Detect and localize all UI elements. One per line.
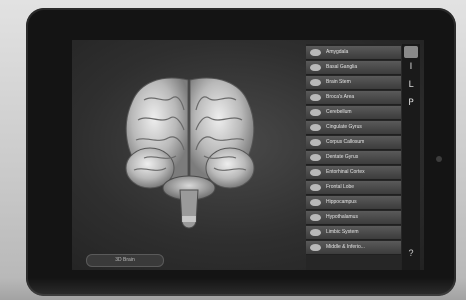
- index-letter[interactable]: P: [402, 98, 420, 108]
- list-item-label: Dentate Gyrus: [326, 154, 359, 160]
- brain-thumbnail-icon: [310, 124, 321, 131]
- list-item-label: Frontal Lobe: [326, 184, 355, 190]
- list-item[interactable]: Limbic System: [306, 226, 401, 240]
- list-item[interactable]: Broca's Area: [306, 91, 401, 105]
- brain-thumbnail-icon: [310, 109, 321, 116]
- list-item[interactable]: Frontal Lobe: [306, 181, 401, 195]
- list-item[interactable]: Cerebellum: [306, 106, 401, 120]
- list-item[interactable]: Cingulate Gyrus: [306, 121, 401, 135]
- list-item-label: Corpus Callosum: [326, 139, 365, 145]
- list-item[interactable]: Amygdala: [306, 46, 401, 60]
- camera-icon: [436, 156, 442, 162]
- list-item[interactable]: Entorhinal Cortex: [306, 166, 401, 180]
- index-letter[interactable]: I: [402, 62, 420, 72]
- brain-thumbnail-icon: [310, 169, 321, 176]
- list-item[interactable]: Basal Ganglia: [306, 61, 401, 75]
- brain-thumbnail-icon: [310, 64, 321, 71]
- list-item-label: Middle & Inferio...: [326, 244, 365, 250]
- bottom-toolbar-button[interactable]: 3D Brain: [86, 254, 164, 267]
- list-item[interactable]: Brain Stem: [306, 76, 401, 90]
- list-item[interactable]: Hypothalamus: [306, 211, 401, 225]
- brain-thumbnail-icon: [310, 244, 321, 251]
- brain-thumbnail-icon: [310, 94, 321, 101]
- brain-thumbnail-icon: [310, 229, 321, 236]
- structure-list: Amygdala Basal Ganglia Brain Stem Broca'…: [306, 44, 401, 270]
- list-item-label: Cerebellum: [326, 109, 352, 115]
- app-screen: 3D Brain Amygdala Basal Ganglia Brain St…: [72, 40, 424, 270]
- list-item-label: Entorhinal Cortex: [326, 169, 365, 175]
- photo-scene: 3D Brain Amygdala Basal Ganglia Brain St…: [0, 0, 466, 300]
- list-item-label: Broca's Area: [326, 94, 355, 100]
- index-letter[interactable]: L: [402, 80, 420, 90]
- brain-thumbnail-icon: [310, 214, 321, 221]
- question-icon[interactable]: ?: [402, 248, 420, 258]
- list-item[interactable]: Corpus Callosum: [306, 136, 401, 150]
- table-surface: [0, 278, 466, 300]
- list-item[interactable]: Dentate Gyrus: [306, 151, 401, 165]
- brain-thumbnail-icon: [310, 199, 321, 206]
- list-item-label: Basal Ganglia: [326, 64, 358, 70]
- alphabet-index-bar[interactable]: I L P ?: [402, 44, 420, 270]
- brain-thumbnail-icon: [310, 154, 321, 161]
- list-item-label: Hippocampus: [326, 199, 357, 205]
- list-item[interactable]: Hippocampus: [306, 196, 401, 210]
- brain-3d-icon[interactable]: [72, 40, 302, 270]
- list-item-label: Limbic System: [326, 229, 359, 235]
- list-item-label: Amygdala: [326, 49, 349, 55]
- list-item-label: Brain Stem: [326, 79, 351, 85]
- index-tab: [404, 46, 418, 58]
- brain-thumbnail-icon: [310, 49, 321, 56]
- list-item-label: Hypothalamus: [326, 214, 358, 220]
- list-item-label: Cingulate Gyrus: [326, 124, 362, 130]
- list-item[interactable]: Middle & Inferio...: [306, 241, 401, 255]
- brain-thumbnail-icon: [310, 184, 321, 191]
- brain-thumbnail-icon: [310, 79, 321, 86]
- brain-thumbnail-icon: [310, 139, 321, 146]
